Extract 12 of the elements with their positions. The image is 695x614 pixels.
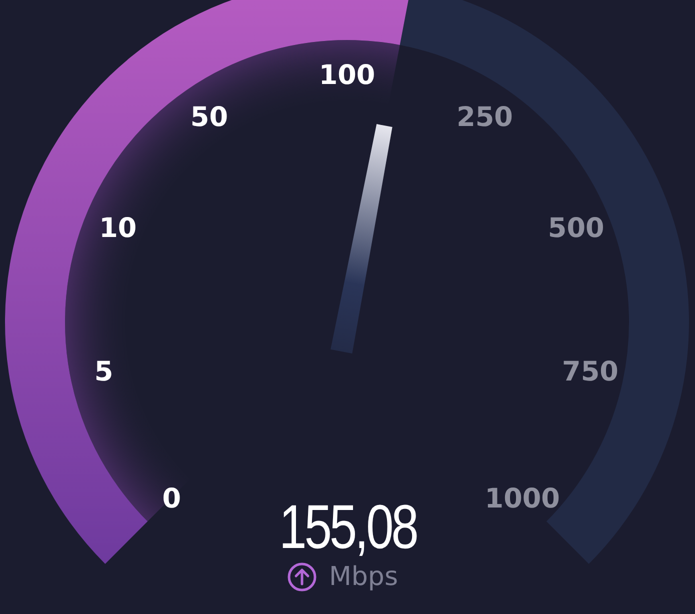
tick-label: 5 [94, 356, 114, 388]
tick-label: 1000 [484, 483, 560, 514]
tick-label: 50 [190, 102, 228, 133]
tick-label: 100 [318, 60, 376, 91]
tick-label: 10 [99, 213, 137, 244]
unit-label: Mbps [329, 562, 398, 592]
speed-value: 155,08 [278, 494, 416, 562]
tick-label: 250 [456, 102, 513, 133]
tick-label: 750 [562, 356, 618, 388]
tick-label: 500 [548, 213, 604, 244]
tick-label: 0 [162, 483, 182, 514]
upload-icon [287, 562, 317, 592]
